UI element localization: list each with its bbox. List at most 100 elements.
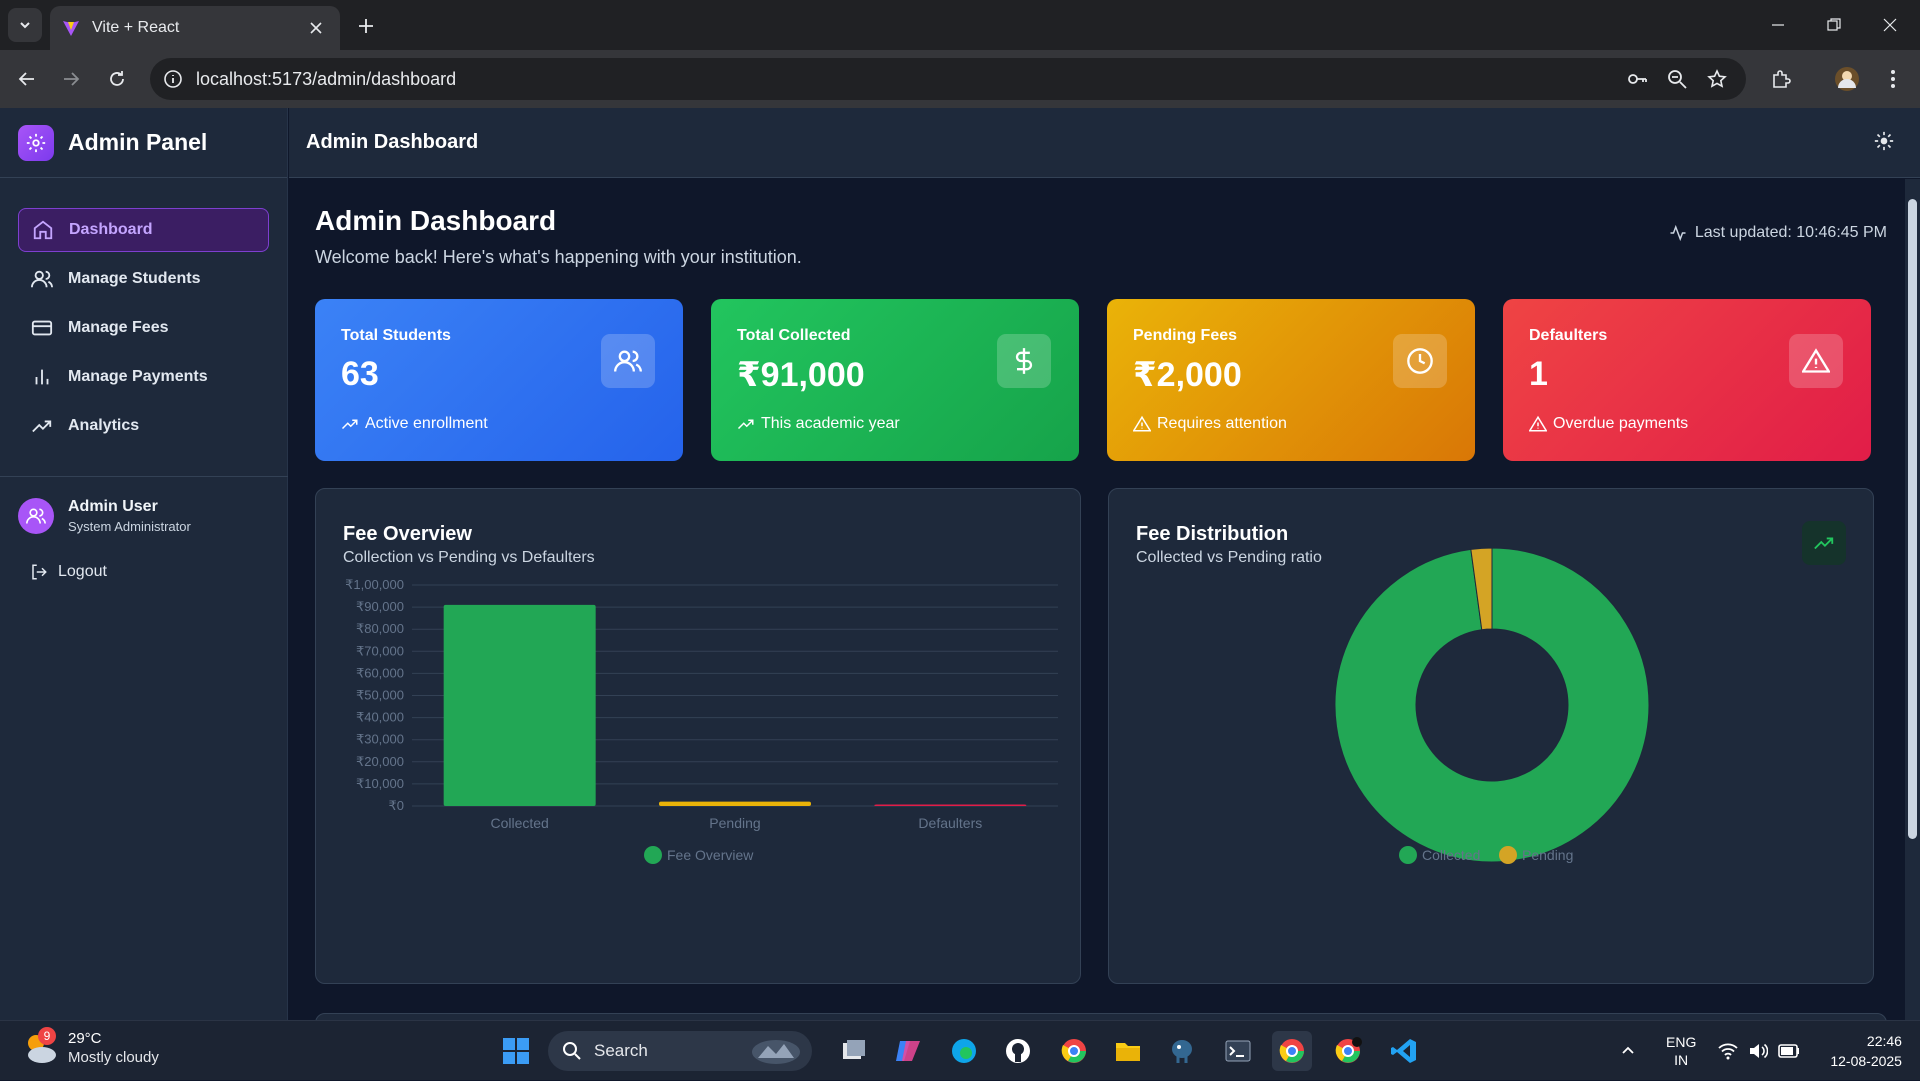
main-content: Admin Dashboard Welcome back! Here's wha…: [289, 179, 1905, 1020]
reload-button[interactable]: [102, 64, 132, 94]
zoom-icon[interactable]: [1664, 66, 1690, 92]
close-tab-icon[interactable]: [304, 16, 328, 40]
close-window-button[interactable]: [1860, 0, 1920, 50]
y-tick-label: ₹30,000: [356, 732, 404, 747]
search-highlight-icon: [752, 1040, 800, 1064]
stat-card-total-students[interactable]: Total Students 63 Active enrollment: [315, 299, 683, 461]
card-footer: Active enrollment: [341, 415, 488, 433]
y-tick-label: ₹10,000: [356, 776, 404, 791]
profile-avatar[interactable]: [1832, 64, 1862, 94]
sidebar-item-manage-fees[interactable]: Manage Fees: [18, 306, 269, 350]
browser-tab[interactable]: Vite + React: [50, 6, 340, 50]
site-info-icon[interactable]: [160, 66, 186, 92]
card-footer-text: Overdue payments: [1553, 415, 1689, 432]
page-scrollbar[interactable]: [1905, 179, 1920, 1020]
chrome-icon[interactable]: [1054, 1031, 1094, 1071]
sidebar-item-analytics[interactable]: Analytics: [18, 404, 269, 448]
sidebar-item-label: Manage Fees: [68, 319, 169, 336]
y-tick-label: ₹60,000: [356, 665, 404, 680]
x-tick-label: Pending: [709, 815, 760, 831]
arrow-left-icon: [18, 72, 34, 86]
extensions-button[interactable]: [1766, 64, 1796, 94]
y-tick-label: ₹1,00,000: [345, 577, 404, 592]
scrollbar-thumb[interactable]: [1908, 199, 1917, 839]
legend-swatch: [1499, 846, 1517, 864]
stat-card-defaulters[interactable]: Defaulters 1 Overdue payments: [1503, 299, 1871, 461]
bar-defaulters: [874, 804, 1027, 806]
stat-card-pending-fees[interactable]: Pending Fees ₹2,000 Requires attention: [1107, 299, 1475, 461]
bar-collected: [443, 604, 596, 806]
windows-taskbar: 9 29°C Mostly cloudy Search ENG IN 22:46…: [0, 1020, 1920, 1080]
battery-icon[interactable]: [1778, 1044, 1800, 1058]
browser-tab-bar: Vite + React: [0, 0, 1920, 50]
chrome-profile-icon[interactable]: [1328, 1031, 1368, 1071]
edge-browser-icon[interactable]: [944, 1031, 984, 1071]
fee-distribution-panel: Fee Distribution Collected vs Pending ra…: [1108, 488, 1874, 984]
github-icon[interactable]: [998, 1031, 1038, 1071]
url-text[interactable]: localhost:5173/admin/dashboard: [196, 69, 456, 90]
terminal-icon[interactable]: [1218, 1031, 1258, 1071]
weather-widget[interactable]: 9 29°C Mostly cloudy: [22, 1027, 159, 1067]
new-tab-button[interactable]: [352, 12, 380, 40]
restore-icon: [1827, 18, 1841, 31]
clock-date: 12-08-2025: [1830, 1053, 1902, 1069]
sidebar-nav: Dashboard Manage Students Manage Fees Ma…: [0, 178, 287, 448]
bookmark-star-icon[interactable]: [1704, 66, 1730, 92]
copilot-icon[interactable]: [888, 1031, 928, 1071]
key-icon[interactable]: [1624, 66, 1650, 92]
legend-label: Pending: [1522, 847, 1573, 863]
back-button[interactable]: [12, 64, 42, 94]
sidebar-item-manage-students[interactable]: Manage Students: [18, 257, 269, 301]
taskbar-search[interactable]: Search: [548, 1031, 812, 1071]
alert-triangle-icon: [1529, 415, 1547, 433]
tab-search-button[interactable]: [8, 8, 42, 42]
reload-icon: [110, 71, 124, 86]
trending-up-icon: [341, 415, 359, 433]
windows-start-icon[interactable]: [496, 1031, 536, 1071]
volume-icon[interactable]: [1748, 1042, 1769, 1060]
card-footer-text: Active enrollment: [365, 415, 488, 432]
card-footer: Overdue payments: [1529, 415, 1688, 433]
task-view-icon[interactable]: [834, 1031, 874, 1071]
wifi-icon[interactable]: [1718, 1042, 1738, 1060]
trending-up-icon: [737, 415, 755, 433]
stat-card-total-collected[interactable]: Total Collected ₹91,000 This academic ye…: [711, 299, 1079, 461]
sidebar-item-dashboard[interactable]: Dashboard: [18, 208, 269, 252]
puzzle-icon: [1773, 70, 1791, 88]
trending-up-icon: [30, 414, 54, 438]
file-explorer-icon[interactable]: [1108, 1031, 1148, 1071]
user-name: Admin User: [68, 498, 158, 515]
address-bar[interactable]: localhost:5173/admin/dashboard: [150, 58, 1746, 100]
tab-title: Vite + React: [92, 19, 180, 36]
home-icon: [31, 218, 55, 242]
last-updated-text: Last updated: 10:46:45 PM: [1694, 224, 1887, 241]
clock[interactable]: 22:46 12-08-2025: [1830, 1031, 1902, 1071]
avatar: [18, 498, 54, 534]
temperature: 29°C: [68, 1030, 102, 1047]
sidebar-item-label: Dashboard: [69, 221, 153, 238]
restore-button[interactable]: [1804, 0, 1864, 50]
users-icon: [30, 267, 54, 291]
minimize-button[interactable]: [1748, 0, 1808, 50]
chrome-active-icon[interactable]: [1272, 1031, 1312, 1071]
browser-menu-button[interactable]: [1878, 64, 1908, 94]
logout-button[interactable]: Logout: [30, 563, 107, 581]
y-tick-label: ₹90,000: [356, 599, 404, 614]
postgresql-icon[interactable]: [1162, 1031, 1202, 1071]
activity-icon: [1669, 224, 1687, 242]
chevron-up-icon[interactable]: [1620, 1043, 1636, 1059]
cloudy-weather-icon: 9: [22, 1027, 60, 1067]
sidebar-item-manage-payments[interactable]: Manage Payments: [18, 355, 269, 399]
page-subtitle: Welcome back! Here's what's happening wi…: [315, 247, 802, 267]
clock-time: 22:46: [1866, 1033, 1902, 1049]
language-indicator[interactable]: ENG IN: [1666, 1033, 1696, 1069]
users-icon: [26, 508, 46, 524]
brand: Admin Panel: [0, 108, 287, 178]
system-tray: ENG IN 22:46 12-08-2025: [1620, 1021, 1902, 1081]
last-updated: Last updated: 10:46:45 PM: [1669, 224, 1887, 242]
vscode-icon[interactable]: [1384, 1031, 1424, 1071]
sun-icon[interactable]: [1874, 131, 1898, 155]
x-tick-label: Defaulters: [918, 815, 982, 831]
forward-button[interactable]: [56, 64, 86, 94]
legend-swatch: [644, 846, 662, 864]
